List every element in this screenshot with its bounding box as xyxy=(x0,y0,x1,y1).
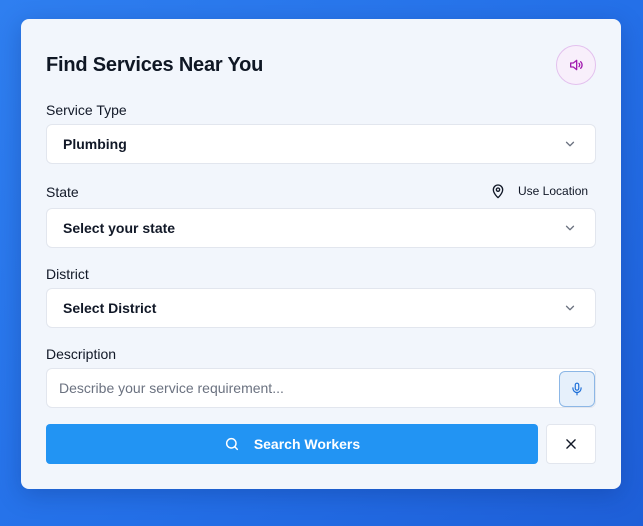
district-value: Select District xyxy=(63,300,157,316)
text-to-speech-button[interactable] xyxy=(556,45,596,85)
clear-button[interactable] xyxy=(546,424,596,464)
voice-input-button[interactable] xyxy=(559,371,595,407)
state-label: State xyxy=(46,184,79,200)
chevron-down-icon xyxy=(563,221,577,235)
microphone-icon xyxy=(570,381,584,397)
state-value: Select your state xyxy=(63,220,176,236)
search-workers-label: Search Workers xyxy=(253,436,361,452)
search-card: Find Services Near You Service Type Plum… xyxy=(21,19,621,489)
page-title: Find Services Near You xyxy=(46,54,264,76)
description-field xyxy=(46,368,596,408)
service-type-label: Service Type xyxy=(46,102,127,118)
speaker-icon xyxy=(568,57,584,73)
close-icon xyxy=(564,437,578,451)
district-label: District xyxy=(46,266,89,282)
use-location-label: Use Location xyxy=(518,184,589,198)
service-type-value: Plumbing xyxy=(63,136,127,152)
chevron-down-icon xyxy=(563,301,577,315)
map-pin-icon xyxy=(490,183,506,199)
use-location-button[interactable]: Use Location xyxy=(490,183,588,199)
district-select[interactable]: Select District xyxy=(46,288,596,328)
chevron-down-icon xyxy=(563,137,577,151)
description-input[interactable] xyxy=(47,369,547,407)
description-label: Description xyxy=(46,346,117,362)
search-icon xyxy=(224,436,240,452)
service-type-select[interactable]: Plumbing xyxy=(46,124,596,164)
search-workers-button[interactable]: Search Workers xyxy=(46,424,538,464)
state-select[interactable]: Select your state xyxy=(46,208,596,248)
